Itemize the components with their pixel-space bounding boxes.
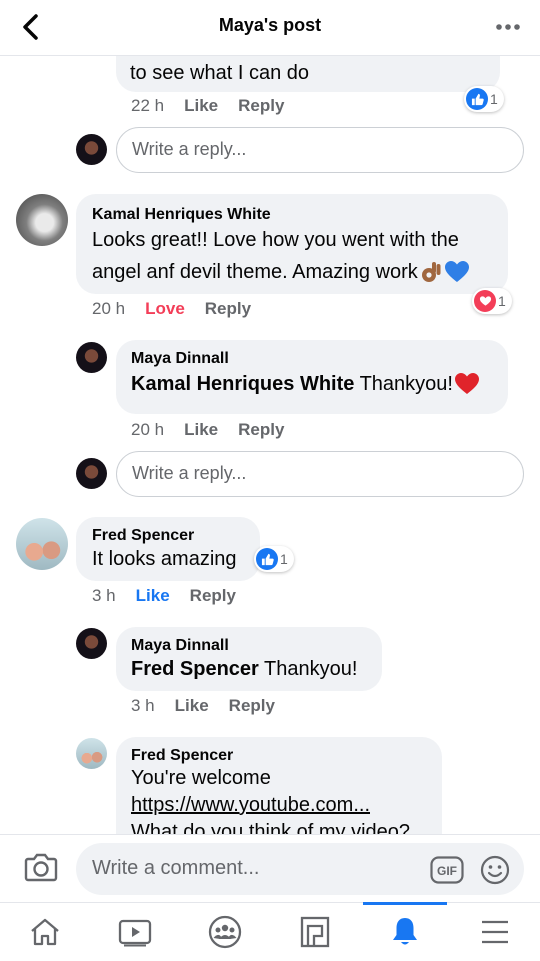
reply-button[interactable]: Reply <box>205 299 251 318</box>
comment-author[interactable]: Kamal Henriques White <box>92 206 492 224</box>
comment-actions: 20 h Love Reply <box>92 299 271 319</box>
love-reaction-icon <box>474 290 496 312</box>
reply-button[interactable]: Reply <box>229 696 275 715</box>
kamal-avatar[interactable] <box>16 194 68 246</box>
reply-button[interactable]: Reply <box>238 420 284 439</box>
maya-avatar[interactable] <box>76 134 107 165</box>
reply-button[interactable]: Reply <box>190 586 236 605</box>
reply-text: Thankyou! <box>258 658 358 680</box>
youtube-link[interactable]: https://www.youtube.com... <box>131 792 427 819</box>
timestamp: 20 h <box>131 420 165 439</box>
like-reaction-icon <box>466 88 488 110</box>
more-options-icon[interactable] <box>494 12 522 42</box>
tab-home[interactable] <box>5 903 85 961</box>
love-button[interactable]: Love <box>145 299 185 318</box>
reply-bubble: Maya Dinnall Fred Spencer Thankyou! <box>116 627 382 691</box>
like-button[interactable]: Like <box>175 696 209 715</box>
comment-text: It looks amazing <box>92 548 237 570</box>
timestamp: 3 h <box>92 586 116 605</box>
camera-icon[interactable] <box>24 852 58 882</box>
timestamp: 20 h <box>92 299 126 318</box>
mention-link[interactable]: Fred Spencer <box>131 658 259 680</box>
comment-text-line: Looks great!! Love how you went with the <box>92 229 459 251</box>
home-icon <box>31 918 59 946</box>
timestamp: 3 h <box>131 696 155 715</box>
bottom-tab-bar <box>0 902 540 960</box>
like-button[interactable]: Like <box>136 586 170 605</box>
reply-author[interactable]: Fred Spencer <box>131 747 427 765</box>
reaction-count[interactable]: 1 <box>464 86 504 112</box>
comment-actions: 3 h Like Reply <box>92 586 256 606</box>
watch-icon <box>118 919 152 947</box>
comment-composer: Write a comment... GIF <box>0 834 540 902</box>
tab-notifications[interactable] <box>363 902 447 961</box>
fred-avatar[interactable] <box>16 518 68 570</box>
reaction-count[interactable]: 1 <box>472 288 512 314</box>
tab-menu[interactable] <box>455 903 535 961</box>
reply-input[interactable]: Write a reply... <box>116 451 524 497</box>
timestamp: 22 h <box>131 96 165 115</box>
maya-avatar[interactable] <box>76 342 107 373</box>
comment-text-line: angel anf devil theme. Amazing work <box>92 261 418 283</box>
emoji-icon[interactable] <box>480 855 510 885</box>
reply-bubble: Maya Dinnall Kamal Henriques White Thank… <box>116 340 508 414</box>
comment-input[interactable]: Write a comment... GIF <box>76 843 524 895</box>
tab-watch[interactable] <box>95 903 175 961</box>
comment-actions: 3 h Like Reply <box>131 696 295 716</box>
comment-actions: 22 h Like Reply <box>131 96 304 116</box>
reply-text-line: What do you think of my video? <box>131 821 411 834</box>
notifications-icon <box>393 918 417 945</box>
like-reaction-icon <box>256 548 278 570</box>
reply-input[interactable]: Write a reply... <box>116 127 524 173</box>
like-button[interactable]: Like <box>184 420 218 439</box>
reply-button[interactable]: Reply <box>238 96 284 115</box>
comment-actions: 20 h Like Reply <box>131 420 304 440</box>
comments-feed[interactable]: to see what I can do 1 22 h Like Reply Wri… <box>0 56 540 834</box>
comment-placeholder: Write a comment... <box>92 857 260 879</box>
reply-author[interactable]: Maya Dinnall <box>131 637 367 655</box>
ok-hand-emoji-icon <box>421 262 441 282</box>
reply-bubble: Fred Spencer You're welcome https://www.… <box>116 737 442 834</box>
reply-text: Thankyou! <box>354 373 453 395</box>
maya-avatar[interactable] <box>76 628 107 659</box>
reply-author[interactable]: Maya Dinnall <box>131 350 493 368</box>
fred-avatar[interactable] <box>76 738 107 769</box>
red-heart-emoji-icon <box>454 373 479 394</box>
maya-avatar[interactable] <box>76 458 107 489</box>
gif-icon[interactable]: GIF <box>430 856 464 884</box>
menu-icon <box>482 920 508 944</box>
like-button[interactable]: Like <box>184 96 218 115</box>
reaction-count[interactable]: 1 <box>254 546 294 572</box>
svg-text:GIF: GIF <box>437 864 457 878</box>
comment-bubble: Fred Spencer It looks amazing <box>76 517 260 581</box>
tab-pages[interactable] <box>275 903 355 961</box>
page-title: Maya's post <box>218 15 322 35</box>
pages-icon <box>300 916 330 948</box>
reply-text-line: You're welcome <box>131 767 271 789</box>
top-bar: Maya's post <box>0 0 540 56</box>
mention-link[interactable]: Kamal Henriques White <box>131 368 354 400</box>
tab-groups[interactable] <box>185 903 265 961</box>
blue-heart-emoji-icon <box>444 261 469 282</box>
comment-author[interactable]: Fred Spencer <box>92 527 244 545</box>
comment-bubble: Kamal Henriques White Looks great!! Love… <box>76 194 508 294</box>
comment-text: to see what I can do <box>130 62 310 84</box>
groups-icon <box>208 915 242 949</box>
comment-bubble: to see what I can do <box>116 56 500 92</box>
